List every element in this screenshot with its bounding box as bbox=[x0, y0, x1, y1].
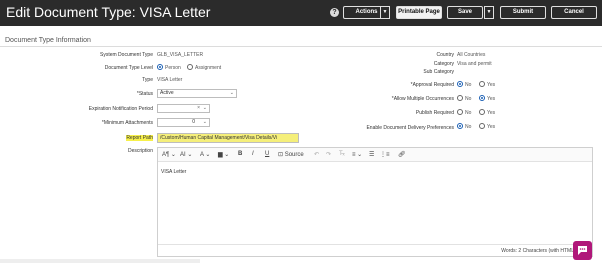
approval-label: *Approval Required bbox=[410, 82, 454, 88]
delivery-no-radio[interactable] bbox=[457, 123, 463, 129]
font-color-icon[interactable]: A ⌄ bbox=[200, 151, 210, 158]
chevron-down-icon: ⌄ bbox=[202, 105, 207, 111]
min-attach-label: *Minimum Attachments bbox=[101, 120, 153, 126]
actions-dropdown-icon[interactable]: ▼ bbox=[380, 6, 390, 19]
printable-page-label: Printable Page bbox=[398, 9, 440, 15]
save-label: Save bbox=[457, 9, 472, 15]
delivery-yes-radio[interactable] bbox=[479, 123, 485, 129]
publish-yes-label: Yes bbox=[487, 110, 496, 116]
category-value: Visa and permit bbox=[457, 61, 492, 67]
level-person-label: Person bbox=[165, 65, 181, 71]
status-label-text: Status bbox=[138, 91, 153, 97]
min-attach-label-text: Minimum Attachments bbox=[103, 120, 153, 126]
subcategory-label: Sub Category bbox=[423, 69, 454, 75]
system-doc-type-value: GLB_VISA_LETTER bbox=[157, 52, 204, 58]
multiple-no-label: No bbox=[465, 96, 472, 102]
editor-statusbar: Words: 2 Characters (with HTML bbox=[158, 244, 592, 257]
type-label: Type bbox=[142, 77, 153, 83]
cancel-button[interactable]: Cancel bbox=[551, 6, 597, 19]
source-icon[interactable]: ⊡ Source bbox=[278, 151, 304, 158]
bold-icon[interactable]: B bbox=[238, 151, 242, 157]
country-label: Country bbox=[436, 52, 454, 58]
chevron-down-icon: ⌄ bbox=[229, 90, 234, 96]
exp-notif-label: Expiration Notification Period bbox=[88, 106, 153, 112]
editor-toolbar: A¶ ⌄ AI ⌄ A ⌄ ▆ ⌄ B I U ⊡ Source ↶ ↷ T̶ₓ… bbox=[158, 148, 592, 162]
multiple-no-radio[interactable] bbox=[457, 95, 463, 101]
page-title: Edit Document Type: VISA Letter bbox=[6, 4, 211, 20]
country-value: All Countries bbox=[457, 52, 486, 58]
multiple-label-text: Allow Multiple Occurrences bbox=[393, 96, 454, 102]
approval-yes-label: Yes bbox=[487, 82, 496, 88]
printable-page-button[interactable]: Printable Page bbox=[396, 6, 442, 19]
paragraph-style-icon[interactable]: A¶ ⌄ bbox=[162, 151, 176, 158]
publish-label: Publish Required bbox=[415, 110, 454, 116]
list-icon[interactable]: ☰ bbox=[369, 151, 374, 158]
report-path-input[interactable]: /Custom/Human Capital Management/Visa De… bbox=[157, 133, 299, 143]
publish-no-radio[interactable] bbox=[457, 109, 463, 115]
italic-icon[interactable]: I bbox=[252, 151, 254, 157]
undo-icon[interactable]: ↶ bbox=[314, 151, 319, 158]
submit-label: Submit bbox=[512, 9, 534, 15]
approval-label-text: Approval Required bbox=[412, 82, 454, 88]
description-editor[interactable]: A¶ ⌄ AI ⌄ A ⌄ ▆ ⌄ B I U ⊡ Source ↶ ↷ T̶ₓ… bbox=[157, 147, 593, 257]
type-value: VISA Letter bbox=[157, 77, 183, 83]
status-strip bbox=[0, 259, 200, 263]
level-assignment-radio[interactable] bbox=[187, 64, 193, 70]
min-attach-value: 0 bbox=[192, 119, 195, 125]
source-label: Source bbox=[284, 152, 304, 158]
multiple-yes-label: Yes bbox=[487, 96, 496, 102]
actions-label: Actions bbox=[355, 9, 378, 15]
page-header: Edit Document Type: VISA Letter ? Action… bbox=[0, 0, 602, 26]
font-size-icon[interactable]: AI ⌄ bbox=[180, 151, 192, 158]
editor-content[interactable]: VISA Letter bbox=[161, 169, 186, 175]
level-assignment-label: Assignment bbox=[195, 65, 222, 71]
min-attach-stepper[interactable]: 0 ⌄ bbox=[157, 118, 210, 127]
save-button[interactable]: Save bbox=[447, 6, 483, 19]
save-dropdown-icon[interactable]: ▼ bbox=[484, 6, 494, 19]
highlight-color-icon[interactable]: ▆ ⌄ bbox=[218, 151, 229, 158]
delivery-no-label: No bbox=[465, 124, 472, 130]
exp-notif-select[interactable]: × ⌄ bbox=[157, 104, 210, 113]
align-icon[interactable]: ≡ ⌄ bbox=[352, 151, 362, 158]
word-count: Words: 2 Characters (with HTML bbox=[501, 248, 574, 254]
category-label: Category bbox=[433, 61, 454, 67]
level-person-radio[interactable] bbox=[157, 64, 163, 70]
question-icon[interactable]: ? bbox=[330, 8, 339, 17]
approval-no-radio[interactable] bbox=[457, 81, 463, 87]
multiple-yes-radio[interactable] bbox=[479, 95, 485, 101]
submit-button[interactable]: Submit bbox=[500, 6, 546, 19]
size-glyph: A bbox=[180, 152, 185, 158]
clear-format-icon[interactable]: T̶ₓ bbox=[339, 151, 345, 157]
report-path-label: Report Path bbox=[126, 135, 153, 141]
description-label: Description bbox=[127, 148, 153, 154]
link-icon[interactable]: 🔗︎ bbox=[398, 151, 406, 158]
doc-type-level-label: Document Type Level bbox=[104, 65, 153, 71]
chat-icon bbox=[578, 246, 587, 255]
divider bbox=[0, 46, 602, 47]
section-title: Document Type Information bbox=[5, 37, 91, 44]
publish-no-label: No bbox=[465, 110, 472, 116]
stepper-icon[interactable]: ⌄ bbox=[203, 119, 207, 126]
chat-button[interactable] bbox=[573, 241, 592, 260]
status-select[interactable]: Active ⌄ bbox=[157, 89, 237, 98]
multiple-label: *Allow Multiple Occurrences bbox=[391, 96, 454, 102]
system-doc-type-label: System Document Type bbox=[100, 52, 153, 58]
status-value: Active bbox=[160, 90, 174, 96]
styles-glyph: A bbox=[162, 152, 167, 158]
redo-icon[interactable]: ↷ bbox=[326, 151, 331, 158]
approval-no-label: No bbox=[465, 82, 472, 88]
clear-icon[interactable]: × bbox=[197, 105, 200, 112]
numbered-list-icon[interactable]: ⋮≡ bbox=[380, 151, 390, 158]
publish-yes-radio[interactable] bbox=[479, 109, 485, 115]
status-label: *Status bbox=[136, 91, 153, 97]
underline-icon[interactable]: U bbox=[265, 151, 269, 157]
cancel-label: Cancel bbox=[564, 9, 584, 15]
delivery-label: Enable Document Delivery Preferences bbox=[366, 125, 454, 131]
approval-yes-radio[interactable] bbox=[479, 81, 485, 87]
delivery-yes-label: Yes bbox=[487, 124, 496, 130]
